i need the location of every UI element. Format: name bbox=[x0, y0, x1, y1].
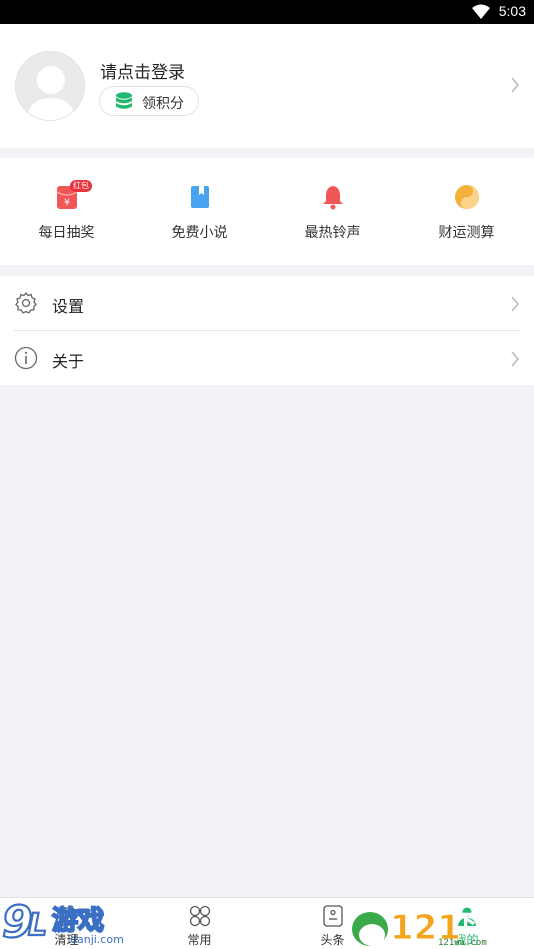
menu-item-settings[interactable]: 设置 bbox=[0, 276, 534, 331]
default-avatar-icon bbox=[26, 66, 76, 120]
chevron-right-icon bbox=[511, 351, 520, 367]
menu-label: 关于 bbox=[52, 352, 85, 371]
watermark-logo-right: 121 下载站 121wu.com bbox=[350, 903, 534, 949]
quick-label: 财运测算 bbox=[438, 225, 495, 241]
quick-item-free-novels[interactable]: 免费小说 bbox=[133, 158, 266, 265]
watermark-logo-left: 9 L 游戏 danji.com bbox=[0, 895, 140, 949]
profile-card[interactable]: 请点击登录 领积分 bbox=[0, 24, 534, 148]
menu-item-about[interactable]: 关于 bbox=[0, 331, 534, 385]
grid-icon bbox=[189, 905, 211, 927]
svg-text:¥: ¥ bbox=[64, 198, 70, 208]
status-time: 5:03 bbox=[498, 3, 526, 19]
book-icon bbox=[187, 184, 213, 210]
quick-label: 免费小说 bbox=[171, 225, 228, 241]
yin-yang-icon bbox=[454, 184, 480, 210]
bell-icon bbox=[320, 184, 346, 210]
quick-item-daily-lottery[interactable]: ¥ 红包 每日抽奖 bbox=[0, 158, 133, 265]
coins-icon bbox=[116, 92, 132, 109]
quick-label: 每日抽奖 bbox=[38, 225, 95, 241]
chevron-right-icon[interactable] bbox=[510, 76, 520, 94]
red-envelope-badge: 红包 bbox=[70, 180, 92, 192]
claim-points-button[interactable]: 领积分 bbox=[99, 86, 199, 116]
quick-item-fortune[interactable]: 财运测算 bbox=[400, 158, 533, 265]
tab-label: 常用 bbox=[187, 933, 212, 947]
gear-icon bbox=[15, 291, 37, 314]
svg-text:121wu.com: 121wu.com bbox=[438, 938, 487, 948]
chevron-right-icon bbox=[511, 296, 520, 312]
wifi-icon bbox=[472, 4, 490, 19]
quick-actions: ¥ 红包 每日抽奖 免费小说 最热铃声 财运测算 bbox=[0, 158, 534, 265]
info-icon bbox=[14, 346, 38, 370]
news-icon bbox=[323, 905, 343, 927]
red-envelope-icon: ¥ 红包 bbox=[54, 180, 92, 210]
avatar[interactable] bbox=[15, 51, 85, 121]
svg-text:游戏: 游戏 bbox=[52, 906, 104, 936]
settings-menu: 设置 关于 bbox=[0, 276, 534, 385]
quick-item-hot-ringtones[interactable]: 最热铃声 bbox=[266, 158, 399, 265]
svg-text:下载站: 下载站 bbox=[456, 910, 516, 934]
svg-text:L: L bbox=[28, 908, 47, 943]
status-bar: 5:03 bbox=[0, 0, 534, 24]
menu-label: 设置 bbox=[52, 297, 85, 316]
claim-points-label: 领积分 bbox=[142, 96, 184, 112]
quick-label: 最热铃声 bbox=[304, 225, 361, 241]
tab-common[interactable]: 常用 bbox=[133, 898, 266, 949]
login-prompt[interactable]: 请点击登录 bbox=[100, 58, 185, 83]
svg-text:danji.com: danji.com bbox=[70, 933, 124, 946]
